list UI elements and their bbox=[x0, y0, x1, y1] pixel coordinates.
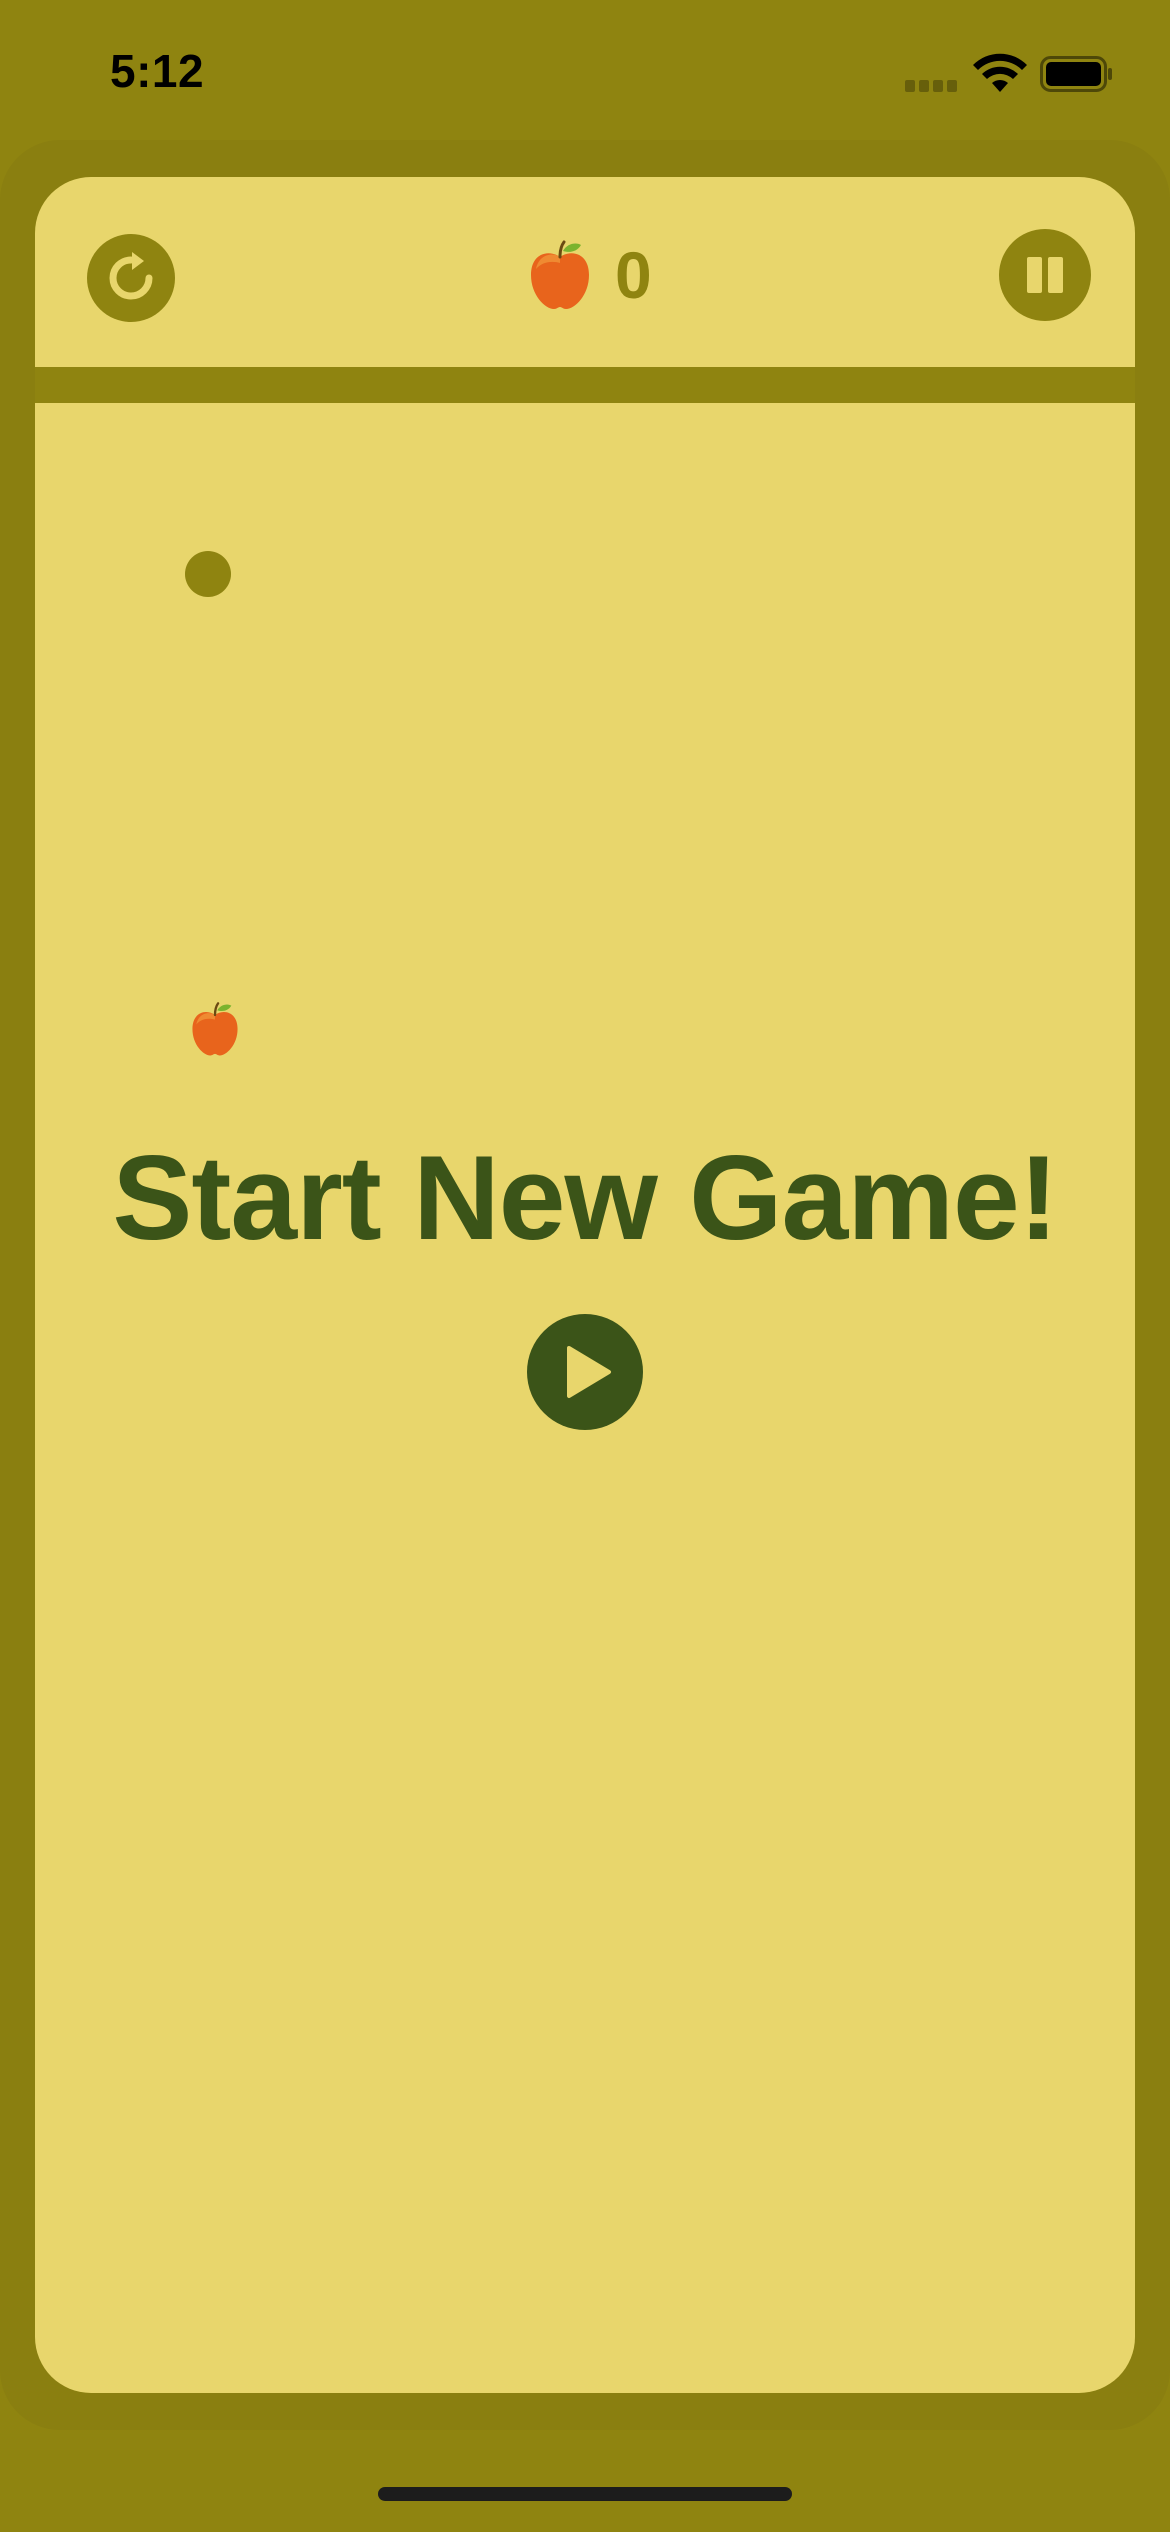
cell-signal-icon bbox=[905, 80, 961, 92]
pause-button[interactable] bbox=[999, 229, 1091, 321]
snake-head bbox=[185, 551, 231, 597]
wifi-icon bbox=[973, 53, 1027, 92]
play-button[interactable] bbox=[527, 1314, 643, 1430]
start-new-game-title: Start New Game! bbox=[112, 1131, 1058, 1265]
score-display: 0 bbox=[527, 235, 652, 315]
restart-button[interactable] bbox=[87, 234, 175, 322]
status-bar: 5:12 bbox=[0, 0, 1170, 140]
top-bar-divider bbox=[35, 367, 1135, 403]
restart-icon bbox=[109, 252, 153, 300]
home-indicator[interactable] bbox=[378, 2487, 792, 2501]
game-card: 0 Start New Game! bbox=[35, 177, 1135, 2393]
battery-full-icon bbox=[1040, 56, 1112, 92]
apple-icon bbox=[531, 240, 589, 309]
play-icon bbox=[567, 1346, 611, 1398]
score-value: 0 bbox=[615, 238, 652, 312]
pause-icon bbox=[1027, 257, 1063, 293]
food-apple-icon bbox=[192, 1002, 238, 1056]
top-bar: 0 bbox=[35, 177, 1135, 367]
status-time: 5:12 bbox=[110, 45, 205, 97]
play-field[interactable]: Start New Game! bbox=[35, 403, 1135, 2393]
